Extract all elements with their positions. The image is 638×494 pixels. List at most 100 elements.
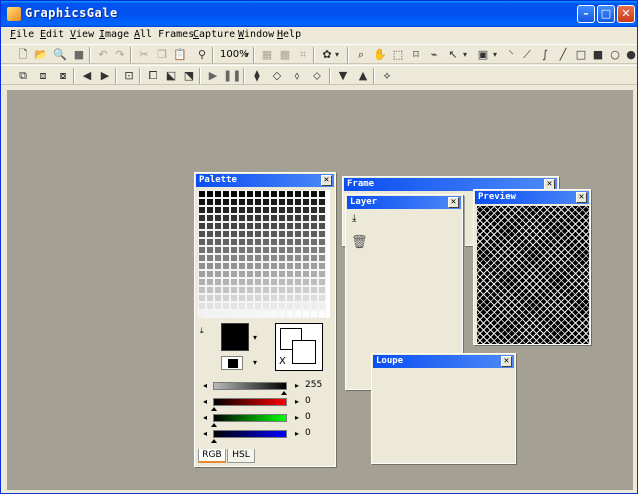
palette-swatch[interactable] bbox=[238, 214, 246, 222]
palette-swatch[interactable] bbox=[294, 238, 302, 246]
palette-swatch[interactable] bbox=[214, 286, 222, 294]
palette-swatch[interactable] bbox=[270, 286, 278, 294]
menu-help[interactable]: Help bbox=[277, 29, 301, 40]
palette-swatch[interactable] bbox=[206, 270, 214, 278]
palette-swatch[interactable] bbox=[238, 238, 246, 246]
workspace[interactable]: Palette ✕ ⤓ ▾ ▾ X ◂ ▸ 255 ◂ ▸ 0 ◂ ▸ 0 ◂ … bbox=[7, 90, 633, 490]
palette-swatch[interactable] bbox=[238, 310, 246, 318]
palette-swatch[interactable] bbox=[222, 302, 230, 310]
ellipse-icon[interactable]: ○ bbox=[607, 47, 623, 63]
green-slider[interactable] bbox=[213, 414, 287, 422]
value-slider[interactable] bbox=[213, 382, 287, 390]
palette-swatch[interactable] bbox=[246, 190, 254, 198]
palette-swatch[interactable] bbox=[246, 278, 254, 286]
color-swap-box[interactable]: X bbox=[275, 323, 323, 371]
previous-frame-icon[interactable]: ◀ bbox=[79, 68, 95, 84]
palette-swatch[interactable] bbox=[214, 230, 222, 238]
palette-swatch[interactable] bbox=[302, 278, 310, 286]
title-bar[interactable]: GraphicsGale – □ ✕ bbox=[1, 1, 637, 27]
palette-swatch[interactable] bbox=[278, 294, 286, 302]
palette-swatch[interactable] bbox=[214, 302, 222, 310]
palette-swatch[interactable] bbox=[278, 310, 286, 318]
palette-swatch[interactable] bbox=[214, 206, 222, 214]
green-slider-thumb[interactable] bbox=[211, 423, 217, 427]
palette-swatch[interactable] bbox=[278, 206, 286, 214]
palette-swatch[interactable] bbox=[278, 270, 286, 278]
palette-swatch[interactable] bbox=[270, 206, 278, 214]
palette-swatch[interactable] bbox=[238, 222, 246, 230]
palette-swatch[interactable] bbox=[238, 294, 246, 302]
redo-icon[interactable]: ↷ bbox=[112, 47, 128, 63]
increase-icon[interactable]: ▸ bbox=[295, 413, 299, 422]
chevron-down-icon[interactable]: ▾ bbox=[243, 47, 251, 63]
palette-swatch[interactable] bbox=[302, 294, 310, 302]
palette-swatch[interactable] bbox=[214, 270, 222, 278]
palette-swatch[interactable] bbox=[286, 302, 294, 310]
palette-swatch[interactable] bbox=[198, 222, 206, 230]
palette-swatch[interactable] bbox=[294, 246, 302, 254]
palette-swatch[interactable] bbox=[294, 278, 302, 286]
palette-swatch[interactable] bbox=[278, 230, 286, 238]
palette-swatch[interactable] bbox=[238, 254, 246, 262]
palette-swatch[interactable] bbox=[230, 214, 238, 222]
palette-swatch[interactable] bbox=[206, 206, 214, 214]
chevron-down-icon[interactable]: ▾ bbox=[333, 47, 341, 63]
palette-swatch[interactable] bbox=[246, 198, 254, 206]
palette-swatch[interactable] bbox=[230, 222, 238, 230]
palette-swatch[interactable] bbox=[262, 294, 270, 302]
palette-swatch[interactable] bbox=[270, 278, 278, 286]
palette-swatch[interactable] bbox=[302, 310, 310, 318]
palette-swatch[interactable] bbox=[230, 238, 238, 246]
palette-swatch[interactable] bbox=[310, 302, 318, 310]
palette-swatch[interactable] bbox=[310, 214, 318, 222]
palette-swatch[interactable] bbox=[246, 214, 254, 222]
cut-icon[interactable]: ✂ bbox=[136, 47, 152, 63]
close-icon[interactable]: ✕ bbox=[448, 197, 459, 208]
palette-swatch[interactable] bbox=[278, 302, 286, 310]
paste-icon[interactable]: 📋 bbox=[172, 47, 188, 63]
palette-swatch[interactable] bbox=[246, 310, 254, 318]
layer-property-icon[interactable]: ⬦ bbox=[309, 68, 325, 84]
palette-panel-title[interactable]: Palette ✕ bbox=[196, 174, 334, 187]
red-slider[interactable] bbox=[213, 398, 287, 406]
palette-swatch[interactable] bbox=[262, 206, 270, 214]
close-icon[interactable]: ✕ bbox=[321, 175, 332, 186]
palette-swatch[interactable] bbox=[206, 278, 214, 286]
layer-visibility-icon[interactable]: ⟡ bbox=[379, 68, 395, 84]
palette-swatch[interactable] bbox=[262, 270, 270, 278]
decrease-icon[interactable]: ◂ bbox=[203, 381, 207, 390]
palette-swatch[interactable] bbox=[254, 286, 262, 294]
palette-swatch[interactable] bbox=[222, 238, 230, 246]
palette-swatch[interactable] bbox=[238, 198, 246, 206]
palette-swatch[interactable] bbox=[286, 214, 294, 222]
palette-swatch[interactable] bbox=[254, 206, 262, 214]
palette-swatch[interactable] bbox=[318, 286, 326, 294]
palette-swatch[interactable] bbox=[254, 214, 262, 222]
palette-swatch[interactable] bbox=[310, 198, 318, 206]
palette-swatch[interactable] bbox=[198, 246, 206, 254]
palette-swatch[interactable] bbox=[278, 286, 286, 294]
palette-swatch[interactable] bbox=[294, 262, 302, 270]
palette-swatch[interactable] bbox=[198, 270, 206, 278]
palette-swatch[interactable] bbox=[278, 190, 286, 198]
palette-swatch[interactable] bbox=[318, 206, 326, 214]
palette-swatch[interactable] bbox=[198, 286, 206, 294]
palette-swatch[interactable] bbox=[214, 262, 222, 270]
grid-icon[interactable]: ▦ bbox=[259, 47, 275, 63]
palette-swatch[interactable] bbox=[310, 254, 318, 262]
palette-swatch[interactable] bbox=[270, 198, 278, 206]
palette-swatch[interactable] bbox=[254, 198, 262, 206]
value-slider-thumb[interactable] bbox=[281, 391, 287, 395]
palette-swatch[interactable] bbox=[206, 198, 214, 206]
palette-swatch[interactable] bbox=[206, 254, 214, 262]
chevron-down-icon[interactable]: ▾ bbox=[491, 47, 499, 63]
palette-swatch[interactable] bbox=[310, 262, 318, 270]
palette-swatch[interactable] bbox=[214, 198, 222, 206]
swap-colors-label[interactable]: X bbox=[279, 356, 286, 367]
palette-swatch[interactable] bbox=[222, 190, 230, 198]
decrease-icon[interactable]: ◂ bbox=[203, 429, 207, 438]
palette-swatch[interactable] bbox=[246, 254, 254, 262]
palette-swatch[interactable] bbox=[206, 262, 214, 270]
delete-frame-icon[interactable]: ⧇ bbox=[55, 68, 71, 84]
palette-swatch[interactable] bbox=[302, 246, 310, 254]
